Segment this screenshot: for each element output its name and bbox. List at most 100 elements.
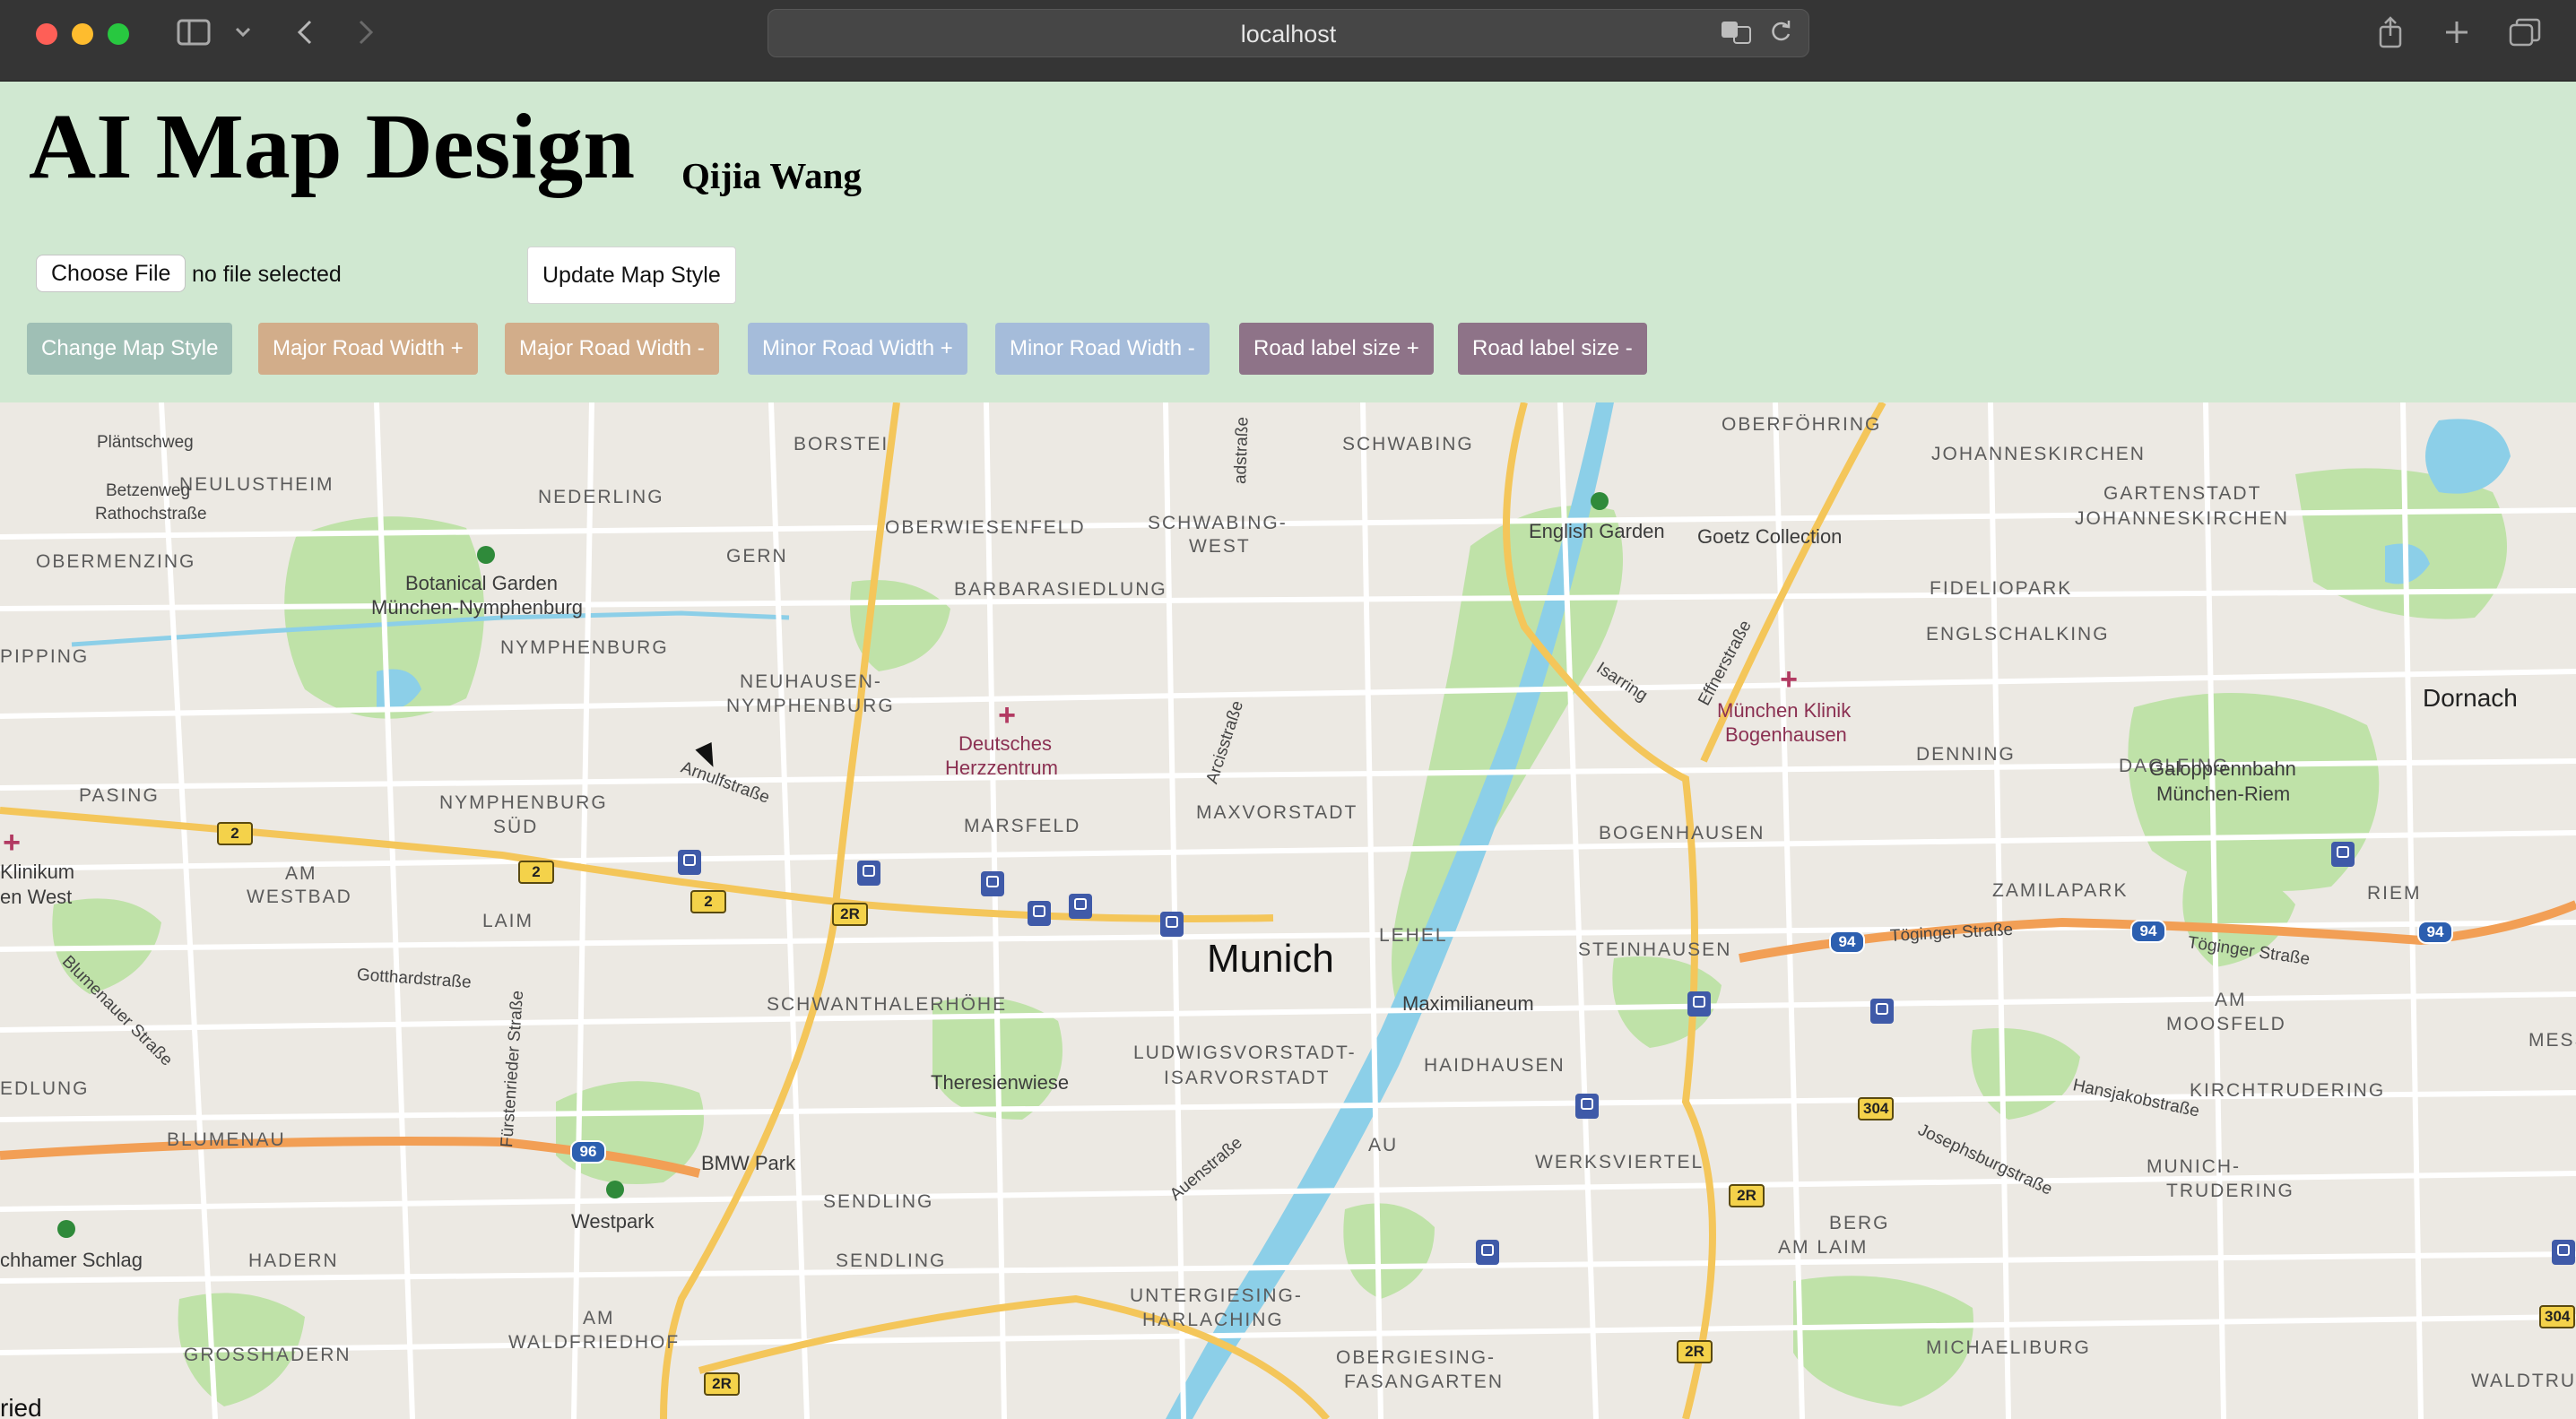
district-label: OBERFÖHRING	[1722, 414, 1882, 435]
district-label: AU	[1368, 1135, 1399, 1155]
road-shield: 94	[1829, 930, 1865, 954]
forward-icon[interactable]	[350, 13, 382, 52]
translate-icon[interactable]	[1721, 19, 1753, 50]
transit-station-icon[interactable]	[2331, 842, 2355, 867]
district-label: FIDELIOPARK	[1930, 578, 2073, 599]
minor-road-width-increase-button[interactable]: Minor Road Width +	[748, 323, 967, 375]
poi-label: Klinikum	[0, 861, 75, 883]
zoom-window-button[interactable]	[108, 23, 129, 45]
reload-icon[interactable]	[1769, 19, 1792, 50]
district-label: NEUHAUSEN-	[740, 671, 882, 692]
district-label: MARSFELD	[964, 816, 1081, 836]
choose-file-button[interactable]: Choose File	[36, 255, 186, 292]
hospital-icon[interactable]: +	[995, 700, 1019, 731]
major-road-width-decrease-button[interactable]: Major Road Width -	[505, 323, 719, 375]
town-label: Dornach	[2423, 684, 2518, 712]
district-label: DENNING	[1916, 744, 2016, 765]
transit-station-icon[interactable]	[1575, 1094, 1599, 1119]
tabs-overview-icon[interactable]	[2507, 13, 2543, 52]
new-tab-icon[interactable]	[2441, 13, 2473, 52]
road-shield: 94	[2417, 921, 2453, 944]
district-label: LUDWIGSVORSTADT-	[1133, 1043, 1357, 1063]
close-window-button[interactable]	[36, 23, 57, 45]
back-icon[interactable]	[289, 13, 321, 52]
district-label: HARLACHING	[1142, 1310, 1284, 1330]
city-label: Munich	[1207, 937, 1334, 981]
district-label: JOHANNESKIRCHEN	[2075, 508, 2289, 529]
district-label: FASANGARTEN	[1344, 1371, 1504, 1392]
transit-station-icon[interactable]	[1069, 894, 1092, 919]
road-shield: 304	[1858, 1097, 1895, 1120]
district-label: WALDFRIEDHOF	[508, 1332, 681, 1353]
transit-station-icon[interactable]	[678, 850, 701, 875]
district-label: STEINHAUSEN	[1578, 939, 1732, 960]
transit-station-icon[interactable]	[1870, 999, 1894, 1024]
chevron-down-icon[interactable]	[231, 13, 255, 52]
street-label: Rathochstraße	[95, 505, 207, 523]
road-shield: 2	[217, 822, 253, 845]
transit-station-icon[interactable]	[981, 871, 1004, 896]
district-label: SCHWABING-	[1148, 513, 1288, 533]
park-tree-icon	[57, 1220, 75, 1238]
district-label: OBERMENZING	[36, 551, 196, 572]
share-icon[interactable]	[2374, 13, 2407, 52]
sidebar-icon[interactable]	[176, 13, 212, 52]
district-label: ZAMILAPARK	[1992, 880, 2129, 901]
poi-label: ried	[0, 1394, 42, 1419]
poi-label: München-Nymphenburg	[371, 596, 584, 619]
district-label: WALDTRUDERI	[2471, 1371, 2576, 1391]
poi-label: English Garden	[1529, 520, 1665, 542]
district-label: AM	[285, 863, 317, 884]
district-label: JOHANNESKIRCHEN	[1931, 444, 2146, 464]
street-label: Betzenweg	[106, 481, 191, 500]
district-label: BOGENHAUSEN	[1599, 823, 1765, 844]
poi-label: BMW Park	[701, 1152, 796, 1174]
poi-label: München-Riem	[2156, 783, 2291, 805]
road-label-size-increase-button[interactable]: Road label size +	[1239, 323, 1434, 375]
major-road-width-increase-button[interactable]: Major Road Width +	[258, 323, 478, 375]
road-label-size-decrease-button[interactable]: Road label size -	[1458, 323, 1647, 375]
district-label: TRUDERING	[2166, 1181, 2294, 1201]
poi-label: Westpark	[571, 1210, 655, 1233]
map-canvas[interactable]: BORSTEI SCHWABING OBERFÖHRING JOHANNESKI…	[0, 402, 2576, 1419]
district-label: ISARVORSTADT	[1164, 1068, 1331, 1088]
transit-station-icon[interactable]	[857, 861, 880, 886]
district-label: MAXVORSTADT	[1196, 802, 1358, 823]
hospital-icon[interactable]: +	[1777, 664, 1800, 695]
hospital-label: München Klinik	[1717, 699, 1852, 722]
district-label: WESTBAD	[247, 887, 352, 907]
district-label: EDLUNG	[0, 1078, 90, 1099]
street-label: adstraße	[1231, 416, 1253, 485]
road-shield: 304	[2539, 1305, 2576, 1328]
transit-station-icon[interactable]	[1028, 901, 1051, 926]
district-label: WEST	[1189, 536, 1251, 557]
transit-station-icon[interactable]	[1476, 1240, 1499, 1265]
district-label: NEDERLING	[538, 487, 664, 507]
district-label: KIRCHTRUDERING	[2190, 1080, 2386, 1101]
file-status: no file selected	[192, 262, 342, 287]
district-label: GROSSHADERN	[184, 1345, 351, 1365]
district-label: OBERGIESING-	[1336, 1347, 1496, 1368]
minimize-window-button[interactable]	[72, 23, 93, 45]
district-label: BORSTEI	[794, 434, 889, 454]
road-shield: 2	[518, 861, 554, 884]
district-label: HADERN	[248, 1250, 339, 1271]
road-shield: 94	[2130, 920, 2166, 943]
hospital-icon[interactable]: +	[0, 827, 23, 858]
transit-station-icon[interactable]	[1160, 912, 1184, 937]
hospital-label: Deutsches	[958, 732, 1052, 755]
district-label: PIPPING	[0, 646, 90, 667]
transit-station-icon[interactable]	[1687, 991, 1711, 1017]
district-label: BLUMENAU	[167, 1129, 286, 1150]
district-label: NYMPHENBURG	[726, 696, 895, 716]
district-label: WERKSVIERTEL	[1535, 1152, 1704, 1172]
update-map-style-button[interactable]: Update Map Style	[527, 247, 736, 304]
district-label: LEHEL	[1379, 925, 1448, 946]
road-shield: 96	[570, 1140, 606, 1164]
change-map-style-button[interactable]: Change Map Style	[27, 323, 233, 375]
district-label: GERN	[726, 546, 788, 567]
address-bar[interactable]: localhost	[768, 9, 1809, 57]
district-label: HAIDHAUSEN	[1424, 1055, 1566, 1076]
minor-road-width-decrease-button[interactable]: Minor Road Width -	[995, 323, 1210, 375]
transit-station-icon[interactable]	[2552, 1240, 2575, 1265]
